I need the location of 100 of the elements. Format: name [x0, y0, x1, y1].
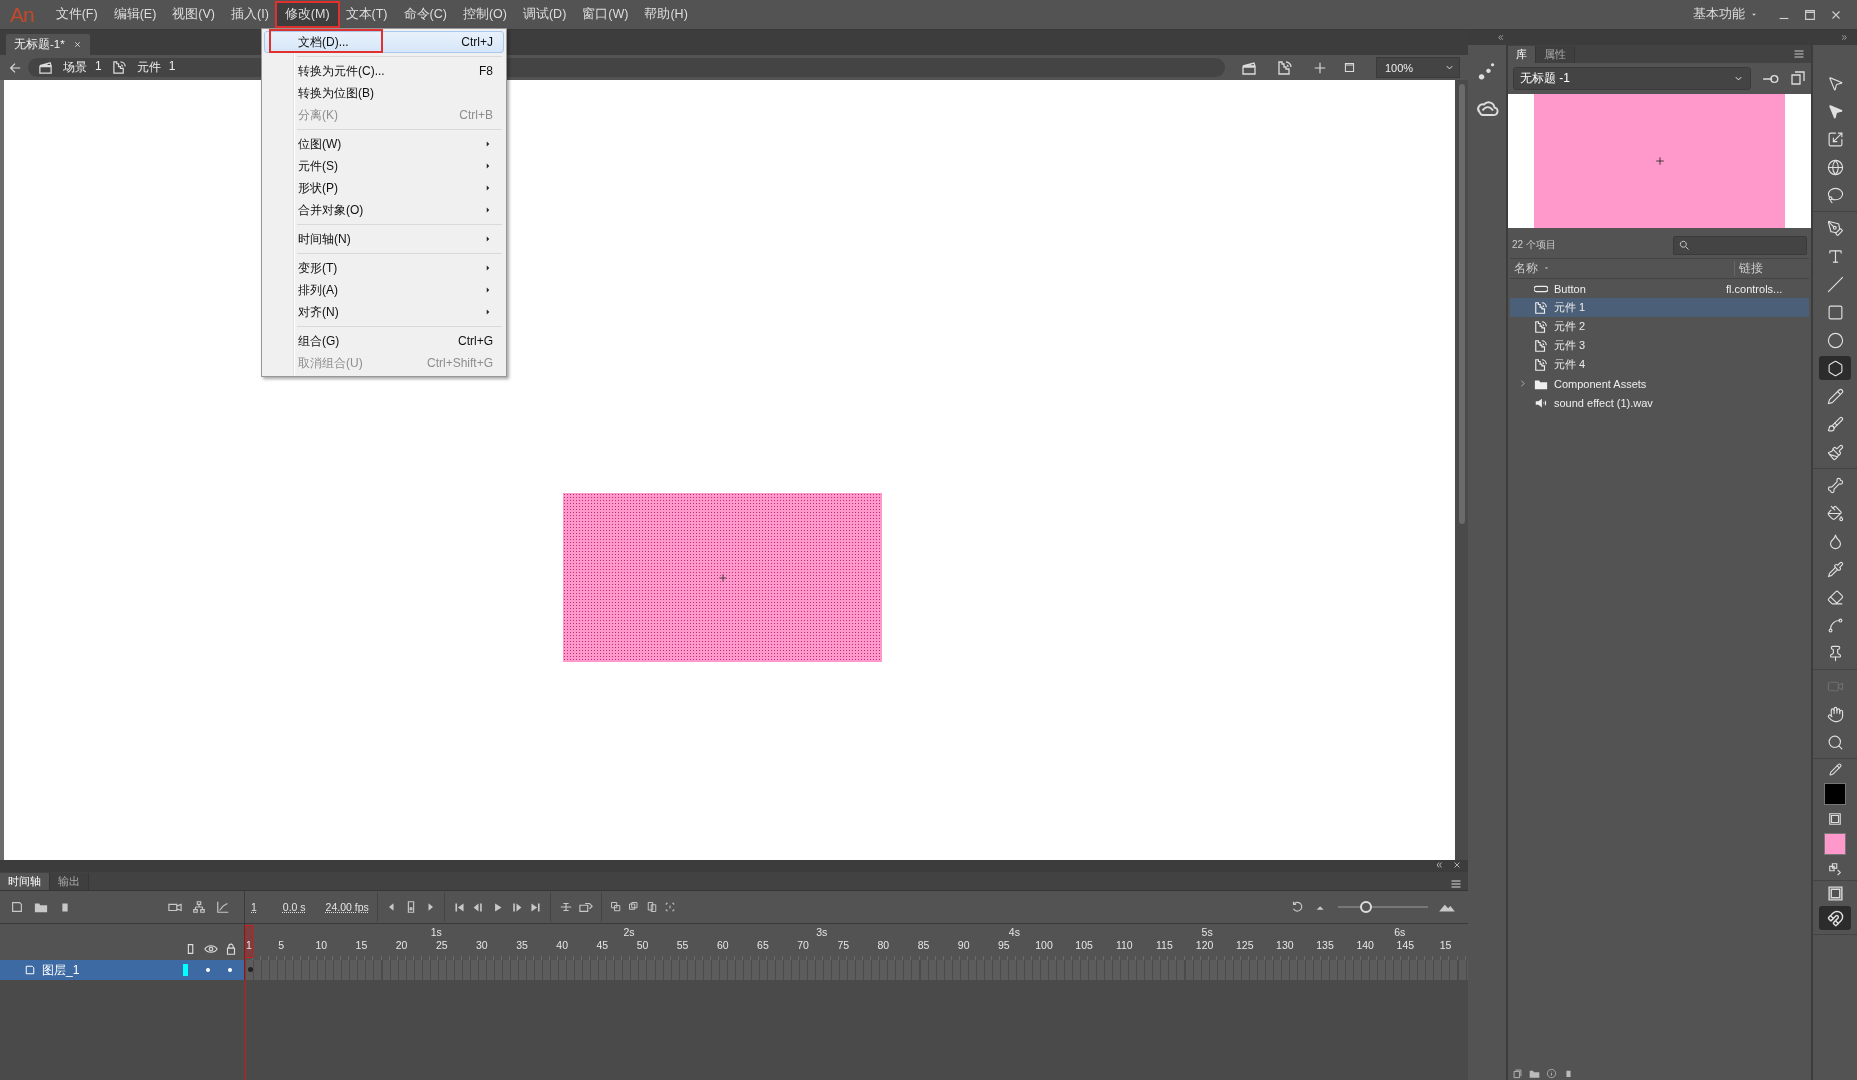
close-icon[interactable]	[1452, 860, 1462, 870]
zoom-field[interactable]: 100%	[1376, 57, 1460, 78]
first-frame-icon[interactable]	[452, 900, 466, 914]
bone-icon	[1826, 476, 1844, 494]
column-header[interactable]: 名称	[1510, 261, 1735, 276]
hierarchy-icon[interactable]	[192, 900, 206, 914]
swap-colors-icon[interactable]	[1828, 862, 1842, 876]
clip-icon[interactable]	[1343, 61, 1356, 74]
scroll-bar[interactable]	[1458, 84, 1465, 524]
last-frame-icon[interactable]	[528, 900, 542, 914]
menu-item[interactable]: 命令(C)	[395, 3, 455, 26]
playhead-marker[interactable]	[245, 925, 253, 958]
frame-label: 75	[837, 939, 850, 951]
workspace-switcher[interactable]: 基本功能	[1693, 6, 1745, 23]
menu-item[interactable]: 帮助(H)	[636, 3, 696, 26]
maximize-icon[interactable]	[1803, 7, 1817, 22]
frame-number[interactable]: 1	[251, 901, 257, 913]
loop-icon[interactable]	[578, 900, 593, 914]
library-item[interactable]: Component Assets	[1510, 374, 1809, 393]
library-item[interactable]: 元件 1	[1510, 298, 1809, 317]
frame-label: 5	[278, 939, 285, 951]
library-item[interactable]: 元件 3	[1510, 336, 1809, 355]
menu-option[interactable]: 文档(D)... Ctrl+J	[264, 31, 504, 53]
clapperboard-icon[interactable]	[1241, 59, 1257, 76]
menu-item[interactable]: 文本(T)	[337, 3, 396, 26]
lock-icon[interactable]	[224, 942, 238, 956]
menu-option[interactable]: 时间轴(N)	[264, 228, 504, 250]
document-tab[interactable]: 无标题-1*	[6, 34, 90, 55]
breadcrumb-item[interactable]: 元件 1	[136, 59, 176, 76]
center-stage-icon[interactable]	[1313, 60, 1327, 75]
back-arrow-icon[interactable]	[8, 60, 22, 75]
column-header[interactable]: 链接	[1735, 261, 1763, 276]
visibility-dot[interactable]	[206, 968, 210, 972]
menu-item[interactable]: 窗口(W)	[574, 3, 637, 26]
curve-icon	[1826, 616, 1844, 634]
menu-item[interactable]: 修改(M)	[276, 3, 338, 26]
onion-outline-icon[interactable]	[627, 901, 640, 913]
library-item[interactable]: 元件 4	[1510, 355, 1809, 374]
library-item[interactable]: sound effect (1).wav	[1510, 393, 1809, 412]
markers-icon[interactable]	[663, 901, 676, 913]
search-field[interactable]	[1673, 235, 1807, 255]
new-library-icon[interactable]	[1790, 70, 1806, 86]
fps-readout[interactable]: 24.00 fps	[325, 901, 369, 913]
object-drawing-icon[interactable]	[1826, 885, 1844, 902]
tool-button[interactable]	[1819, 356, 1851, 380]
color-swatch[interactable]	[1824, 783, 1846, 805]
frame-label: 80	[877, 939, 890, 951]
new-symbol-icon[interactable]	[1512, 1067, 1523, 1079]
menu-option[interactable]: 转换为位图(B)	[264, 82, 504, 104]
menu-item[interactable]: 插入(I)	[223, 3, 277, 26]
menu-item[interactable]: 视图(V)	[164, 3, 223, 26]
onion-skin-icon[interactable]	[609, 901, 622, 913]
time-readout[interactable]: 0.0 s	[282, 901, 306, 913]
menu-item[interactable]: 文件(F)	[47, 3, 106, 26]
library-item[interactable]: Button fl.controls...	[1510, 279, 1809, 298]
collapse-icon[interactable]	[1434, 860, 1444, 870]
layer-row[interactable]: 图层_1	[0, 960, 245, 980]
lock-dot[interactable]	[228, 968, 232, 972]
collapse-icon[interactable]	[1496, 33, 1505, 42]
menu-option[interactable]: 合并对象(O)	[264, 199, 504, 221]
slider-thumb[interactable]	[1359, 901, 1372, 913]
library-item[interactable]: 元件 2	[1510, 317, 1809, 336]
menu-option[interactable]: 形状(P)	[264, 177, 504, 199]
menu-option[interactable]: 元件(S)	[264, 155, 504, 177]
close-icon[interactable]	[72, 40, 82, 49]
paintbrush-icon	[1826, 443, 1844, 461]
menu-option[interactable]: 组合(G) Ctrl+G	[264, 330, 504, 352]
eye-icon[interactable]	[204, 942, 218, 956]
layer-icon	[24, 964, 36, 976]
panel-tab[interactable]: 库	[1508, 46, 1536, 63]
menu-option[interactable]: 位图(W)	[264, 133, 504, 155]
frame-ruler[interactable]: 1s 2s 3s 4s 5s 6s 1 5 10 15 20 25 30 35 40 45 50 55 60 65 70 75 80 85 90 95 100 105 110 115 120 125 130 135 140 145 15	[245, 924, 1468, 960]
menu-icon[interactable]	[1450, 878, 1462, 890]
snap-button[interactable]	[1819, 906, 1851, 930]
edit-frames-icon[interactable]	[645, 901, 658, 913]
new-layer-icon[interactable]	[10, 900, 24, 914]
frame-label: 125	[1235, 939, 1254, 951]
layer-color[interactable]	[183, 964, 188, 976]
frame-label: 110	[1115, 939, 1133, 951]
menu-item[interactable]: 编辑(E)	[105, 3, 165, 26]
menu-option[interactable]: 转换为元件(C)... F8	[264, 60, 504, 82]
undo-icon[interactable]	[1290, 900, 1304, 914]
graph-icon[interactable]	[216, 900, 230, 914]
properties-icon[interactable]	[1546, 1067, 1557, 1079]
panel-tab[interactable]: 时间轴	[0, 873, 50, 890]
symbol-icon[interactable]	[1277, 59, 1293, 76]
expand-icon[interactable]	[1840, 33, 1849, 42]
breadcrumb-item[interactable]: 场景 1	[63, 59, 102, 76]
step-back-icon[interactable]	[471, 900, 485, 914]
crosshair-icon	[717, 572, 728, 583]
color-swatch[interactable]	[1824, 833, 1846, 855]
center-frame-icon[interactable]	[558, 900, 573, 914]
menu-item[interactable]: 控制(O)	[454, 3, 515, 26]
menu-option[interactable]: 变形(T)	[264, 257, 504, 279]
menu-option[interactable]: 排列(A)	[264, 279, 504, 301]
frame-label: 115	[1156, 939, 1173, 951]
menu-option[interactable]: 对齐(N)	[264, 301, 504, 323]
menu-item[interactable]: 调试(D)	[514, 3, 575, 26]
menu-icon[interactable]	[1793, 48, 1805, 60]
seconds-label: 5s	[1201, 926, 1213, 938]
